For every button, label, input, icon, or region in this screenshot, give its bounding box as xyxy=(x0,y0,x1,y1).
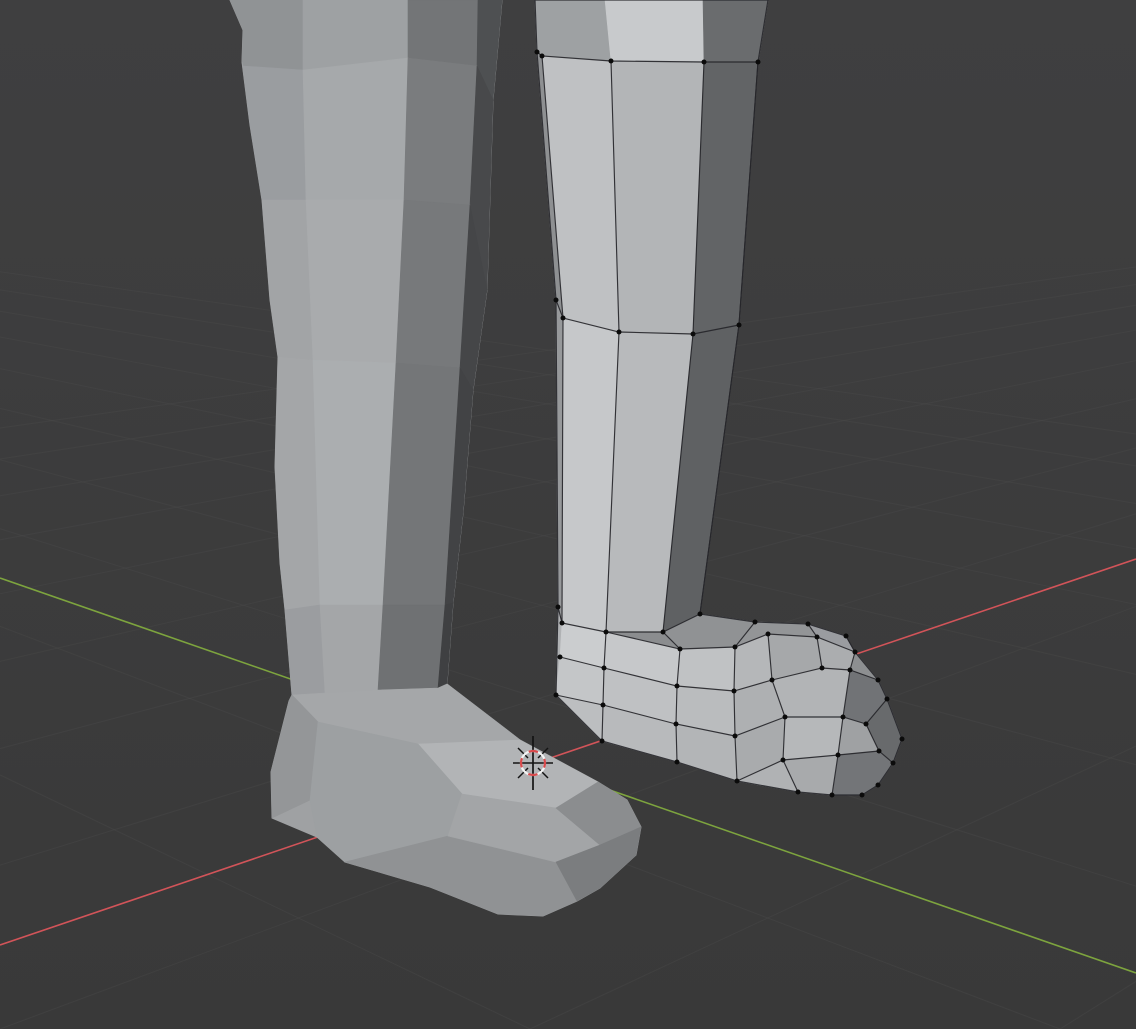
mesh-vertex[interactable] xyxy=(600,739,605,744)
mesh-face[interactable] xyxy=(378,605,445,690)
mesh-vertex[interactable] xyxy=(766,632,771,637)
mesh-face[interactable] xyxy=(408,0,478,66)
mesh-vertex[interactable] xyxy=(601,703,606,708)
mesh-vertex[interactable] xyxy=(702,60,707,65)
mesh-vertex[interactable] xyxy=(661,630,666,635)
mesh-vertex[interactable] xyxy=(560,621,565,626)
mesh-vertex[interactable] xyxy=(848,668,853,673)
mesh-vertex[interactable] xyxy=(877,749,882,754)
mesh-vertex[interactable] xyxy=(876,783,881,788)
mesh-vertex[interactable] xyxy=(781,758,786,763)
blender-3d-viewport[interactable] xyxy=(0,0,1136,1029)
mesh-face[interactable] xyxy=(320,605,383,693)
mesh-vertex[interactable] xyxy=(733,734,738,739)
mesh-vertex[interactable] xyxy=(876,678,881,683)
mesh-vertex[interactable] xyxy=(836,753,841,758)
mesh-vertex[interactable] xyxy=(617,330,622,335)
mesh-vertex[interactable] xyxy=(675,760,680,765)
mesh-vertex[interactable] xyxy=(864,722,869,727)
mesh-vertex[interactable] xyxy=(558,655,563,660)
mesh-face[interactable] xyxy=(677,647,735,691)
mesh-vertex[interactable] xyxy=(796,790,801,795)
mesh-vertex[interactable] xyxy=(675,684,680,689)
mesh-vertex[interactable] xyxy=(540,54,545,59)
mesh-vertex[interactable] xyxy=(735,779,740,784)
mesh-face[interactable] xyxy=(313,360,396,605)
mesh-vertex[interactable] xyxy=(753,620,758,625)
mesh-vertex[interactable] xyxy=(841,715,846,720)
mesh-face[interactable] xyxy=(396,200,470,368)
mesh-vertex[interactable] xyxy=(561,316,566,321)
mesh-vertex[interactable] xyxy=(853,650,858,655)
mesh-vertex[interactable] xyxy=(732,689,737,694)
mesh-face[interactable] xyxy=(275,357,320,610)
mesh-face[interactable] xyxy=(306,200,404,363)
mesh-vertex[interactable] xyxy=(556,605,561,610)
mesh-vertex[interactable] xyxy=(602,666,607,671)
mesh-vertex[interactable] xyxy=(674,722,679,727)
mesh-vertex[interactable] xyxy=(844,634,849,639)
mesh-vertex[interactable] xyxy=(783,715,788,720)
mesh-vertex[interactable] xyxy=(885,697,890,702)
mesh-vertex[interactable] xyxy=(815,635,820,640)
mesh-vertex[interactable] xyxy=(554,693,559,698)
mesh-vertex[interactable] xyxy=(554,298,559,303)
mesh-face[interactable] xyxy=(404,58,477,205)
mesh-face[interactable] xyxy=(783,717,843,760)
mesh-vertex[interactable] xyxy=(860,793,865,798)
mesh-vertex[interactable] xyxy=(691,332,696,337)
mesh-face[interactable] xyxy=(605,0,704,62)
mesh-vertex[interactable] xyxy=(737,323,742,328)
mesh-face[interactable] xyxy=(535,0,611,61)
mesh-vertex[interactable] xyxy=(604,630,609,635)
mesh-vertex[interactable] xyxy=(820,666,825,671)
mesh-face[interactable] xyxy=(303,58,408,200)
mesh-vertex[interactable] xyxy=(756,60,761,65)
mesh-vertex[interactable] xyxy=(806,622,811,627)
mesh-face[interactable] xyxy=(285,605,325,695)
mesh-vertex[interactable] xyxy=(830,793,835,798)
mesh-vertex[interactable] xyxy=(678,647,683,652)
mesh-vertex[interactable] xyxy=(698,612,703,617)
viewport-canvas[interactable] xyxy=(0,0,1136,1029)
mesh-face[interactable] xyxy=(703,0,768,62)
mesh-vertex[interactable] xyxy=(535,50,540,55)
mesh-vertex[interactable] xyxy=(733,645,738,650)
mesh-vertex[interactable] xyxy=(900,737,905,742)
mesh-vertex[interactable] xyxy=(609,59,614,64)
mesh-vertex[interactable] xyxy=(770,678,775,683)
mesh-face[interactable] xyxy=(611,61,704,334)
mesh-vertex[interactable] xyxy=(891,761,896,766)
